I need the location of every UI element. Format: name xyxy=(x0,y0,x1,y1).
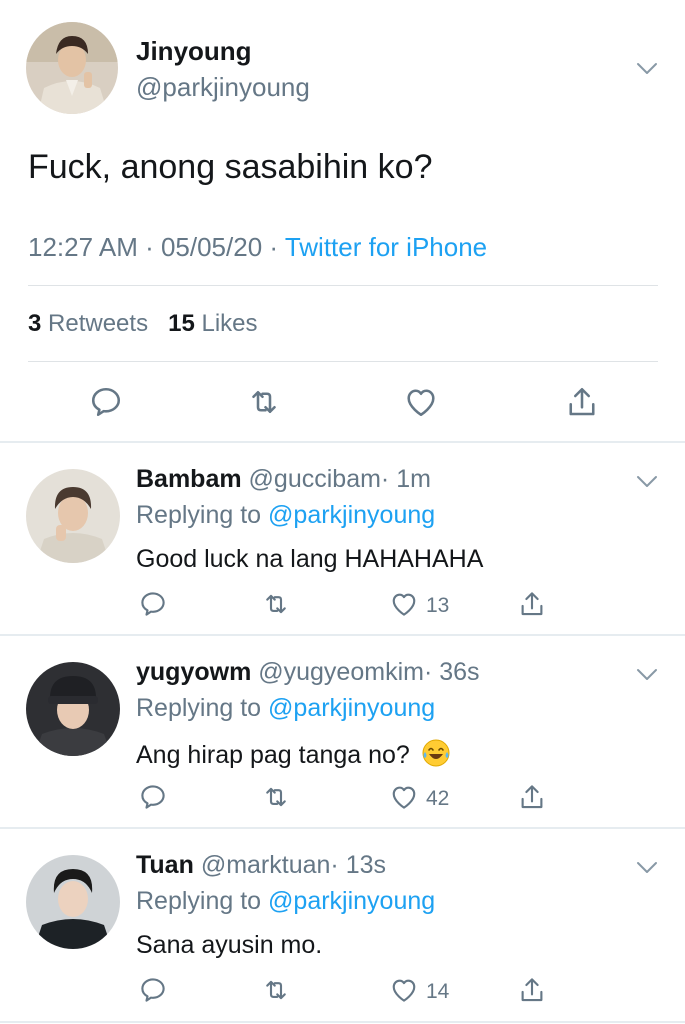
heart-icon[interactable] xyxy=(389,782,419,812)
replying-label: Replying to xyxy=(136,694,262,722)
main-tweet: Jinyoung @parkjinyoung Fuck, anong sasab… xyxy=(0,0,685,442)
reply-text-content: Ang hirap pag tanga no? xyxy=(136,741,410,769)
like-count: 42 xyxy=(426,787,450,810)
replying-to: Replying to @parkjinyoung xyxy=(136,501,435,530)
like-count: 13 xyxy=(426,594,450,617)
likes-label: Likes xyxy=(201,310,258,337)
retweet-icon[interactable] xyxy=(261,975,291,1005)
tweet-timestamp[interactable]: 12:27 AM · 05/05/20 · xyxy=(28,232,285,262)
likes-stat[interactable]: 15 Likes xyxy=(168,310,257,337)
replying-label: Replying to xyxy=(136,887,262,915)
chevron-down-icon[interactable] xyxy=(636,668,658,682)
reply-time: · 1m xyxy=(380,465,431,493)
tweet-meta: 12:27 AM · 05/05/20 · Twitter for iPhone xyxy=(28,232,487,263)
reply-time: · 13s xyxy=(330,851,387,879)
retweet-icon[interactable] xyxy=(261,782,291,812)
replying-to: Replying to @parkjinyoung xyxy=(136,694,435,723)
heart-icon[interactable] xyxy=(389,975,419,1005)
avatar[interactable] xyxy=(26,855,120,949)
author-handle[interactable]: @yugyeomkim xyxy=(258,658,424,686)
share-icon[interactable] xyxy=(517,589,547,619)
replying-to-link[interactable]: @parkjinyoung xyxy=(268,501,435,529)
author-name[interactable]: yugyowm xyxy=(136,658,251,686)
reply-icon[interactable] xyxy=(138,975,168,1005)
retweets-label: Retweets xyxy=(48,310,149,337)
retweets-stat[interactable]: 3 Retweets xyxy=(28,310,148,337)
reply-header: Tuan @marktuan· 13s xyxy=(136,851,386,880)
reply-time: · 36s xyxy=(423,658,480,686)
chevron-down-icon[interactable] xyxy=(636,62,658,76)
likes-count: 15 xyxy=(168,310,195,337)
like-count: 14 xyxy=(426,980,450,1003)
reply-header: Bambam @guccibam· 1m xyxy=(136,465,431,494)
reply-text: Good luck na lang HAHAHAHA xyxy=(136,545,484,573)
replying-to-link[interactable]: @parkjinyoung xyxy=(268,694,435,722)
share-icon[interactable] xyxy=(564,384,600,420)
reply-tweet[interactable]: yugyowm @yugyeomkim· 36s Replying to @pa… xyxy=(0,636,685,829)
author-name[interactable]: Jinyoung xyxy=(136,36,252,67)
face-with-tears-of-joy-icon xyxy=(421,738,451,768)
divider xyxy=(28,285,658,286)
divider xyxy=(28,361,658,362)
reply-icon[interactable] xyxy=(88,384,124,420)
heart-icon[interactable] xyxy=(389,589,419,619)
reply-icon[interactable] xyxy=(138,589,168,619)
replying-label: Replying to xyxy=(136,501,262,529)
share-icon[interactable] xyxy=(517,782,547,812)
reply-header: yugyowm @yugyeomkim· 36s xyxy=(136,658,480,687)
replying-to: Replying to @parkjinyoung xyxy=(136,887,435,916)
author-handle[interactable]: @marktuan xyxy=(201,851,331,879)
chevron-down-icon[interactable] xyxy=(636,475,658,489)
heart-icon[interactable] xyxy=(403,384,439,420)
tweet-source-link[interactable]: Twitter for iPhone xyxy=(285,232,487,262)
reply-tweet[interactable]: Bambam @guccibam· 1m Replying to @parkji… xyxy=(0,443,685,636)
avatar[interactable] xyxy=(26,22,118,114)
author-name[interactable]: Bambam xyxy=(136,465,242,493)
replying-to-link[interactable]: @parkjinyoung xyxy=(268,887,435,915)
reply-icon[interactable] xyxy=(138,782,168,812)
reply-tweet[interactable]: Tuan @marktuan· 13s Replying to @parkjin… xyxy=(0,829,685,1022)
divider xyxy=(0,1021,685,1023)
author-name[interactable]: Tuan xyxy=(136,851,194,879)
author-handle[interactable]: @parkjinyoung xyxy=(136,72,310,103)
chevron-down-icon[interactable] xyxy=(636,861,658,875)
reply-text: Sana ayusin mo. xyxy=(136,931,323,959)
avatar[interactable] xyxy=(26,469,120,563)
retweet-icon[interactable] xyxy=(246,384,282,420)
reply-text: Ang hirap pag tanga no? xyxy=(136,738,451,770)
author-handle[interactable]: @guccibam xyxy=(249,465,381,493)
retweet-icon[interactable] xyxy=(261,589,291,619)
tweet-stats: 3 Retweets 15 Likes xyxy=(28,310,258,338)
retweets-count: 3 xyxy=(28,310,42,337)
tweet-text: Fuck, anong sasabihin ko? xyxy=(28,148,433,186)
share-icon[interactable] xyxy=(517,975,547,1005)
avatar[interactable] xyxy=(26,662,120,756)
